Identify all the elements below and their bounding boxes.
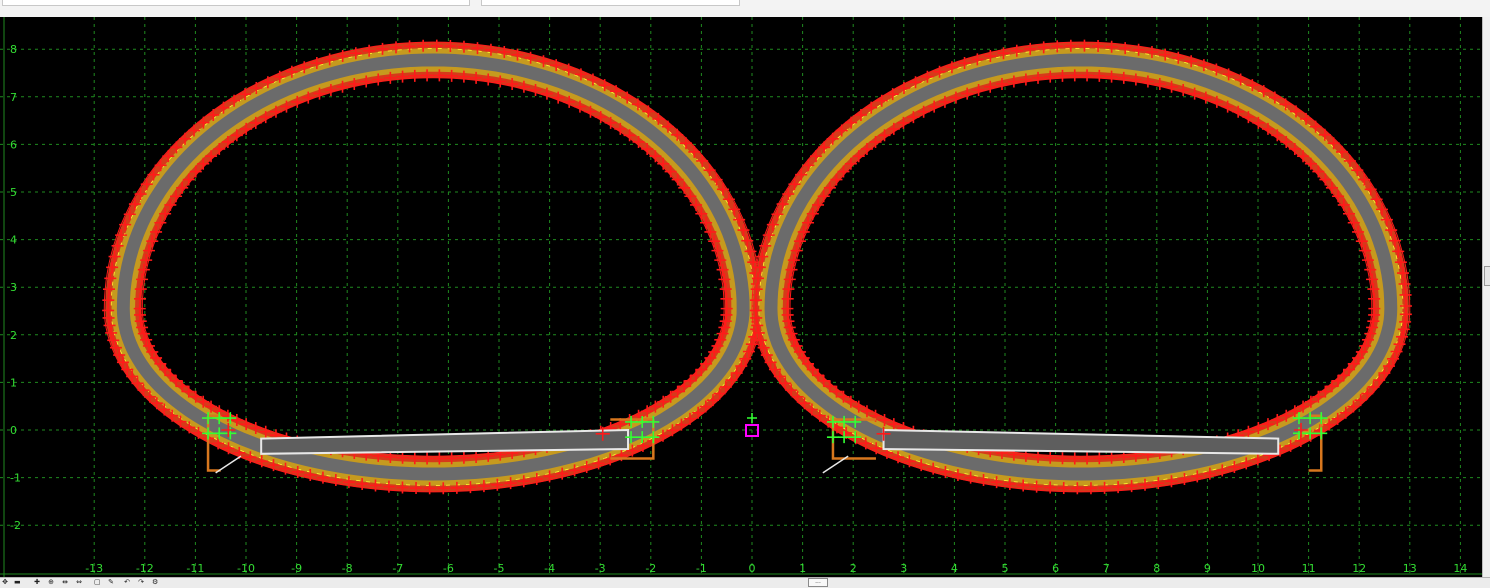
undo-icon[interactable]: ↶ bbox=[124, 579, 130, 586]
scroll-grip-horizontal[interactable]: ... bbox=[808, 578, 828, 587]
y-tick-label: 2 bbox=[10, 329, 17, 342]
left-tunnel-road-slab bbox=[260, 428, 630, 455]
x-tick-label: 12 bbox=[1352, 562, 1366, 575]
view-icon[interactable]: ▢ bbox=[94, 579, 101, 586]
x-tick-label: 13 bbox=[1403, 562, 1417, 575]
x-tick-label: -7 bbox=[392, 562, 403, 575]
status-bar: ✥ ▬ ✚ ⊕ ⇹ ⇔ ▢ ✎ ↶ ↷ ⚙ ... bbox=[0, 577, 1490, 588]
y-tick-label: 0 bbox=[10, 424, 17, 437]
x-tick-label: 4 bbox=[951, 562, 958, 575]
pan-icon[interactable]: ▬ bbox=[14, 579, 21, 586]
move-icon[interactable]: ✥ bbox=[2, 579, 8, 586]
x-tick-label: 8 bbox=[1153, 562, 1160, 575]
x-tick-label: 1 bbox=[799, 562, 806, 575]
right-tunnel-road-slab bbox=[882, 428, 1280, 455]
x-tick-label: -12 bbox=[136, 562, 154, 575]
x-tick-label: -4 bbox=[544, 562, 555, 575]
fit-all-icon[interactable]: ⇔ bbox=[76, 579, 82, 586]
y-tick-label: 7 bbox=[10, 91, 17, 104]
top-toolbar bbox=[0, 0, 1490, 18]
x-tick-label: 7 bbox=[1103, 562, 1110, 575]
x-tick-label: -5 bbox=[494, 562, 505, 575]
toolbar-field-left[interactable] bbox=[2, 0, 470, 6]
y-tick-label: 6 bbox=[10, 138, 17, 151]
x-tick-label: 0 bbox=[749, 562, 756, 575]
x-tick-label: 6 bbox=[1052, 562, 1059, 575]
x-tick-label: 14 bbox=[1453, 562, 1467, 575]
x-tick-label: -3 bbox=[595, 562, 606, 575]
zoom-window-icon[interactable]: ⊕ bbox=[48, 579, 54, 586]
x-tick-label: 9 bbox=[1204, 562, 1211, 575]
y-tick-label: 3 bbox=[10, 281, 17, 294]
x-tick-label: -8 bbox=[342, 562, 353, 575]
y-tick-label: 4 bbox=[10, 234, 17, 247]
x-tick-label: 5 bbox=[1002, 562, 1009, 575]
y-tick-label: 1 bbox=[10, 376, 17, 389]
x-tick-label: 3 bbox=[900, 562, 907, 575]
x-tick-label: -13 bbox=[85, 562, 103, 575]
vertical-scrollbar[interactable] bbox=[1482, 17, 1490, 577]
tunnel-section-drawing: -2-1012345678-13 -12 -11 -10 -9 -8 -7 -6 -5 -4 -3-… bbox=[0, 17, 1482, 577]
redo-icon[interactable]: ↷ bbox=[138, 579, 144, 586]
x-tick-label: -6 bbox=[443, 562, 454, 575]
x-tick-label: -9 bbox=[291, 562, 302, 575]
y-tick-label: -2 bbox=[10, 519, 21, 532]
zoom-in-icon[interactable]: ✚ bbox=[34, 579, 40, 586]
x-tick-label: -1 bbox=[696, 562, 707, 575]
toolbar-field-right[interactable] bbox=[481, 0, 740, 6]
x-tick-label: 10 bbox=[1251, 562, 1265, 575]
measure-icon[interactable]: ✎ bbox=[108, 579, 114, 586]
cad-viewport[interactable]: -2 -1 0 1 2 3 4 5 6 7 8 -13 -12 -11 -10 -9 -8 -7 -6 -5 -4 -3-… bbox=[0, 17, 1482, 577]
y-tick-label: 8 bbox=[10, 43, 17, 56]
left-tunnel-drain-line bbox=[215, 455, 242, 474]
y-tick-label: 5 bbox=[10, 186, 17, 199]
x-tick-label: -2 bbox=[645, 562, 656, 575]
x-tick-label: -11 bbox=[186, 562, 204, 575]
settings-icon[interactable]: ⚙ bbox=[152, 579, 158, 586]
x-tick-label: -10 bbox=[237, 562, 255, 575]
x-tick-label: 11 bbox=[1302, 562, 1316, 575]
x-tick-label: 2 bbox=[850, 562, 857, 575]
scroll-grip[interactable] bbox=[1484, 266, 1490, 286]
y-tick-label: -1 bbox=[10, 472, 21, 485]
fit-icon[interactable]: ⇹ bbox=[62, 579, 68, 586]
origin-control-point bbox=[747, 413, 757, 423]
